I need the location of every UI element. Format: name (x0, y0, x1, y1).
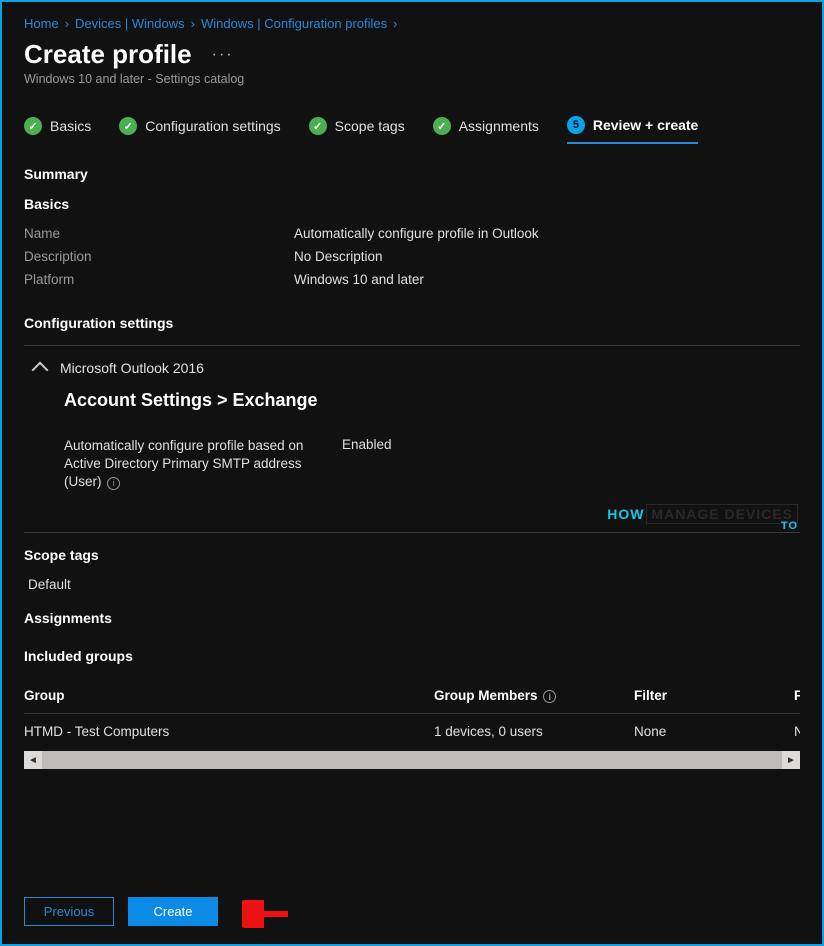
basics-platform-value: Windows 10 and later (294, 272, 424, 287)
summary-heading: Summary (24, 166, 800, 182)
cell-filter: None (634, 724, 794, 739)
scroll-right-icon[interactable]: ► (782, 751, 800, 769)
setting-label: Automatically configure profile based on… (64, 437, 324, 492)
step-number-icon: 5 (567, 116, 585, 134)
assignments-table: Group Group Members i Filter Filter mode… (24, 678, 800, 750)
breadcrumb-config-profiles[interactable]: Windows | Configuration profiles (201, 16, 387, 31)
basics-desc-value: No Description (294, 249, 383, 264)
step-basics[interactable]: ✓ Basics (24, 117, 91, 143)
breadcrumb: Home › Devices | Windows › Windows | Con… (24, 16, 800, 31)
step-label: Basics (50, 118, 91, 134)
page-title: Create profile (24, 39, 192, 70)
basics-name-value: Automatically configure profile in Outlo… (294, 226, 539, 241)
col-members[interactable]: Group Members i (434, 688, 634, 704)
info-icon[interactable]: i (107, 477, 120, 490)
basics-platform-label: Platform (24, 272, 294, 287)
step-label: Configuration settings (145, 118, 280, 134)
horizontal-scrollbar[interactable]: ◄ ► (24, 751, 800, 769)
assignments-heading: Assignments (24, 610, 800, 626)
cell-filter-mode: None (794, 724, 800, 739)
step-assignments[interactable]: ✓ Assignments (433, 117, 539, 143)
accordion-toggle[interactable]: Microsoft Outlook 2016 (34, 360, 800, 376)
col-filter[interactable]: Filter (634, 688, 794, 704)
check-icon: ✓ (119, 117, 137, 135)
breadcrumb-home[interactable]: Home (24, 16, 59, 31)
step-scope-tags[interactable]: ✓ Scope tags (309, 117, 405, 143)
table-row: HTMD - Test Computers 1 devices, 0 users… (24, 714, 800, 749)
annotation-arrow-icon (242, 900, 290, 928)
divider (24, 345, 800, 346)
step-label: Assignments (459, 118, 539, 134)
cell-members: 1 devices, 0 users (434, 724, 634, 739)
chevron-right-icon: › (191, 16, 195, 31)
chevron-right-icon: › (393, 16, 397, 31)
more-actions-button[interactable]: ··· (212, 46, 234, 64)
basics-heading: Basics (24, 196, 800, 212)
step-label: Review + create (593, 117, 698, 133)
chevron-right-icon: › (65, 16, 69, 31)
config-heading: Configuration settings (24, 315, 800, 331)
check-icon: ✓ (309, 117, 327, 135)
cell-group: HTMD - Test Computers (24, 724, 434, 739)
info-icon[interactable]: i (543, 690, 556, 703)
basics-name-label: Name (24, 226, 294, 241)
setting-value: Enabled (342, 437, 392, 492)
included-groups-heading: Included groups (24, 648, 800, 664)
step-review-create[interactable]: 5 Review + create (567, 116, 698, 144)
accordion-title: Microsoft Outlook 2016 (60, 360, 204, 376)
previous-button[interactable]: Previous (24, 897, 114, 926)
step-label: Scope tags (335, 118, 405, 134)
check-icon: ✓ (433, 117, 451, 135)
page-subtitle: Windows 10 and later - Settings catalog (24, 72, 800, 86)
breadcrumb-devices[interactable]: Devices | Windows (75, 16, 185, 31)
step-config-settings[interactable]: ✓ Configuration settings (119, 117, 280, 143)
wizard-steps: ✓ Basics ✓ Configuration settings ✓ Scop… (24, 116, 800, 144)
basics-desc-label: Description (24, 249, 294, 264)
accordion-path: Account Settings > Exchange (64, 390, 800, 411)
check-icon: ✓ (24, 117, 42, 135)
col-group[interactable]: Group (24, 688, 434, 704)
col-filter-mode[interactable]: Filter mode (794, 688, 800, 704)
scroll-left-icon[interactable]: ◄ (24, 751, 42, 769)
scope-heading: Scope tags (24, 547, 800, 563)
divider (24, 532, 800, 533)
chevron-up-icon (32, 362, 49, 379)
scope-value: Default (28, 577, 800, 592)
create-button[interactable]: Create (128, 897, 218, 926)
